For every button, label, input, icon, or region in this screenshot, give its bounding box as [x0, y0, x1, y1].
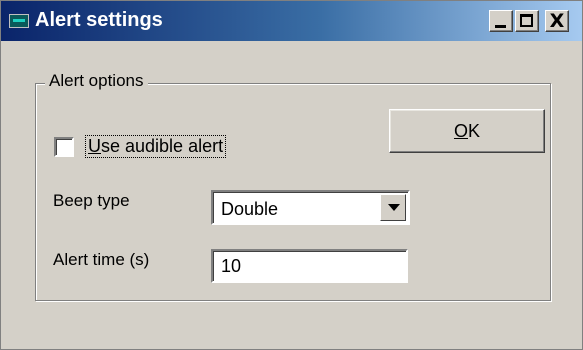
maximize-button[interactable] — [515, 10, 539, 32]
chevron-down-icon[interactable] — [380, 194, 406, 221]
title-bar[interactable]: Alert settings X — [1, 1, 582, 41]
ok-button-label-text: K — [468, 121, 481, 141]
beep-type-value: Double — [221, 199, 279, 219]
close-button[interactable]: X — [545, 10, 569, 32]
close-icon: X — [549, 10, 565, 32]
app-icon[interactable] — [9, 14, 29, 28]
alert-time-label: Alert time (s) — [53, 250, 150, 269]
window-title: Alert settings — [35, 9, 163, 31]
ok-button[interactable]: OK — [389, 109, 545, 153]
use-audible-alert-mnemonic: U — [88, 136, 101, 156]
use-audible-alert-label[interactable]: Use audible alert — [85, 135, 227, 158]
use-audible-alert-label-text: se audible alert — [101, 136, 224, 156]
minimize-button[interactable] — [489, 10, 513, 32]
alert-time-input[interactable] — [211, 249, 408, 283]
minimize-icon — [495, 25, 506, 28]
use-audible-alert-checkbox[interactable] — [54, 137, 74, 157]
beep-type-label: Beep type — [53, 191, 130, 210]
ok-button-mnemonic: O — [453, 121, 468, 141]
beep-type-select[interactable]: Double — [211, 190, 410, 225]
alert-options-group-label: Alert options — [45, 71, 148, 91]
maximize-icon — [520, 14, 533, 27]
alert-settings-window: Alert settings X Alert options Use audib… — [0, 0, 583, 350]
